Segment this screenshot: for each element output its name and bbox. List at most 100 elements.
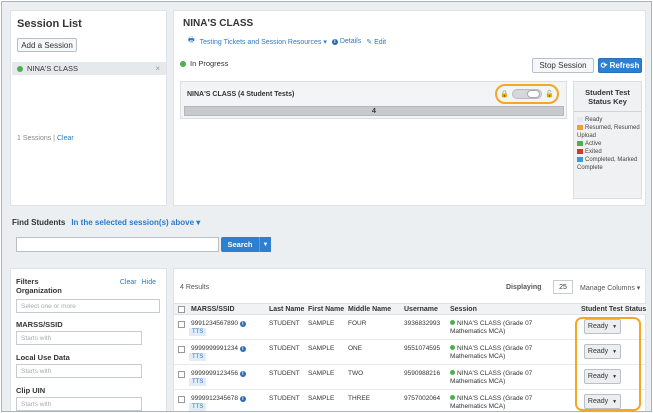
username-cell: 9590988216 bbox=[404, 370, 441, 377]
find-students-bar: Find Students In the selected session(s)… bbox=[12, 218, 200, 227]
info-icon[interactable]: i bbox=[239, 396, 246, 402]
status-swatch-icon bbox=[577, 149, 583, 154]
manage-columns-button[interactable]: Manage Columns ▾ bbox=[580, 284, 640, 292]
filters-panel: Filters Organization Clear Hide Select o… bbox=[10, 268, 167, 411]
first-name-cell: SAMPLE bbox=[308, 370, 335, 377]
col-username[interactable]: Username bbox=[404, 306, 438, 313]
session-count-text: 1 Sessions | bbox=[17, 135, 56, 142]
clip-uin-field[interactable]: Starts with bbox=[16, 397, 142, 411]
in-progress-dot-icon bbox=[450, 320, 455, 325]
lock-icon: 🔒 bbox=[500, 91, 509, 98]
search-dropdown-icon[interactable]: ▼ bbox=[259, 237, 271, 252]
session-links: 🖶 Testing Tickets and Session Resources … bbox=[188, 36, 386, 47]
in-progress-dot-icon bbox=[450, 345, 455, 350]
details-link[interactable]: i Details bbox=[331, 38, 361, 45]
status-key-item: Active bbox=[574, 140, 641, 148]
remove-session-icon[interactable]: × bbox=[155, 64, 160, 73]
table-header: MARSS/SSID Last Name First Name Middle N… bbox=[174, 303, 647, 315]
marss-cell: 9999912345678 i bbox=[191, 395, 246, 403]
col-status[interactable]: Student Test Status bbox=[581, 306, 646, 313]
marss-label: MARSS/SSID bbox=[16, 320, 63, 329]
search-button[interactable]: Search bbox=[221, 237, 259, 252]
test-summary: NINA'S CLASS (4 Student Tests) 🔒 🔓 4 bbox=[180, 81, 567, 119]
row-checkbox[interactable] bbox=[178, 321, 185, 328]
in-progress-dot-icon bbox=[450, 370, 455, 375]
filters-heading: Filters Organization bbox=[16, 277, 62, 295]
displaying-label: Displaying bbox=[506, 284, 542, 291]
col-middle-name[interactable]: Middle Name bbox=[348, 306, 391, 313]
test-summary-title: NINA'S CLASS (4 Student Tests) bbox=[187, 91, 295, 98]
clear-sessions-link[interactable]: Clear bbox=[57, 135, 74, 142]
col-first-name[interactable]: First Name bbox=[308, 306, 344, 313]
status-key-item: Ready bbox=[574, 116, 641, 124]
select-all-checkbox[interactable] bbox=[178, 306, 185, 313]
col-last-name[interactable]: Last Name bbox=[269, 306, 304, 313]
local-use-field[interactable]: Starts with bbox=[16, 364, 142, 378]
marss-field[interactable]: Starts with bbox=[16, 331, 142, 345]
first-name-cell: SAMPLE bbox=[308, 395, 335, 402]
status-swatch-icon bbox=[577, 117, 583, 122]
filter-links: Clear Hide bbox=[120, 279, 156, 286]
marss-cell: 9991234567890 i bbox=[191, 320, 246, 328]
session-cell: NINA'S CLASS (Grade 07 Mathematics MCA) bbox=[450, 370, 533, 385]
middle-name-cell: THREE bbox=[348, 395, 371, 402]
app-frame: Session List Add a Session NINA'S CLASS … bbox=[1, 1, 652, 412]
session-list-item[interactable]: NINA'S CLASS × bbox=[12, 62, 166, 75]
info-icon: i bbox=[331, 39, 338, 45]
in-progress-dot-icon bbox=[17, 65, 23, 72]
refresh-icon: ⟳ bbox=[600, 61, 608, 70]
status-key-list: Ready Resumed, Resumed Upload Active Exited… bbox=[574, 112, 641, 172]
status-key: Student Test Status Key Ready Resumed, Re… bbox=[573, 81, 642, 199]
marss-cell: 9999999991234 i bbox=[191, 345, 246, 353]
lock-toggle-highlight: 🔒 🔓 bbox=[495, 84, 559, 104]
page-size-select[interactable]: 25 bbox=[553, 280, 573, 294]
status-swatch-icon bbox=[577, 157, 583, 162]
find-scope-dropdown[interactable]: In the selected session(s) above ▾ bbox=[71, 218, 200, 227]
clear-filters-link[interactable]: Clear bbox=[120, 279, 137, 286]
col-session[interactable]: Session bbox=[450, 306, 477, 313]
tts-badge[interactable]: TTS bbox=[189, 328, 207, 336]
info-icon[interactable]: i bbox=[239, 346, 246, 352]
lock-toggle[interactable] bbox=[512, 89, 542, 99]
col-marss[interactable]: MARSS/SSID bbox=[191, 306, 235, 313]
tts-badge[interactable]: TTS bbox=[189, 353, 207, 361]
row-checkbox[interactable] bbox=[178, 346, 185, 353]
printer-icon: 🖶 bbox=[188, 37, 195, 44]
tts-badge[interactable]: TTS bbox=[189, 403, 207, 411]
add-session-button[interactable]: Add a Session bbox=[17, 38, 77, 52]
resources-link[interactable]: Testing Tickets and Session Resources ▾ bbox=[200, 38, 327, 46]
row-checkbox[interactable] bbox=[178, 371, 185, 378]
search-input[interactable] bbox=[16, 237, 219, 252]
marss-cell: 9999999123456 i bbox=[191, 370, 246, 378]
tts-badge[interactable]: TTS bbox=[189, 378, 207, 386]
row-checkbox[interactable] bbox=[178, 396, 185, 403]
organization-field[interactable]: Select one or more bbox=[16, 299, 160, 313]
last-name-cell: STUDENT bbox=[269, 370, 300, 377]
hide-filters-link[interactable]: Hide bbox=[142, 279, 156, 286]
session-cell: NINA'S CLASS (Grade 07 Mathematics MCA) bbox=[450, 345, 533, 360]
stop-session-button[interactable]: Stop Session bbox=[532, 58, 594, 73]
status-swatch-icon bbox=[577, 125, 583, 130]
first-name-cell: SAMPLE bbox=[308, 345, 335, 352]
clip-uin-label: Clip UIN bbox=[16, 386, 46, 395]
username-cell: 9551074595 bbox=[404, 345, 441, 352]
middle-name-cell: TWO bbox=[348, 370, 364, 377]
status-column-highlight bbox=[575, 317, 641, 411]
refresh-button[interactable]: ⟳ Refresh bbox=[598, 58, 642, 73]
middle-name-cell: ONE bbox=[348, 345, 363, 352]
last-name-cell: STUDENT bbox=[269, 345, 300, 352]
local-use-label: Local Use Data bbox=[16, 353, 70, 362]
session-count: 1 Sessions | Clear bbox=[17, 135, 74, 142]
status-key-item: Exited bbox=[574, 148, 641, 156]
session-cell: NINA'S CLASS (Grade 07 Mathematics MCA) bbox=[450, 395, 533, 410]
session-detail-panel: NINA'S CLASS 🖶 Testing Tickets and Sessi… bbox=[173, 10, 646, 206]
unlock-icon: 🔓 bbox=[545, 91, 554, 98]
edit-link[interactable]: ✎ Edit bbox=[366, 38, 386, 46]
status-key-item: Resumed, Resumed Upload bbox=[577, 125, 640, 139]
status-key-item: Completed, Marked Complete bbox=[577, 157, 638, 171]
info-icon[interactable]: i bbox=[239, 321, 246, 327]
session-list-panel: Session List Add a Session NINA'S CLASS … bbox=[10, 10, 167, 206]
session-cell: NINA'S CLASS (Grade 07 Mathematics MCA) bbox=[450, 320, 533, 335]
status-swatch-icon bbox=[577, 141, 583, 146]
info-icon[interactable]: i bbox=[239, 371, 246, 377]
